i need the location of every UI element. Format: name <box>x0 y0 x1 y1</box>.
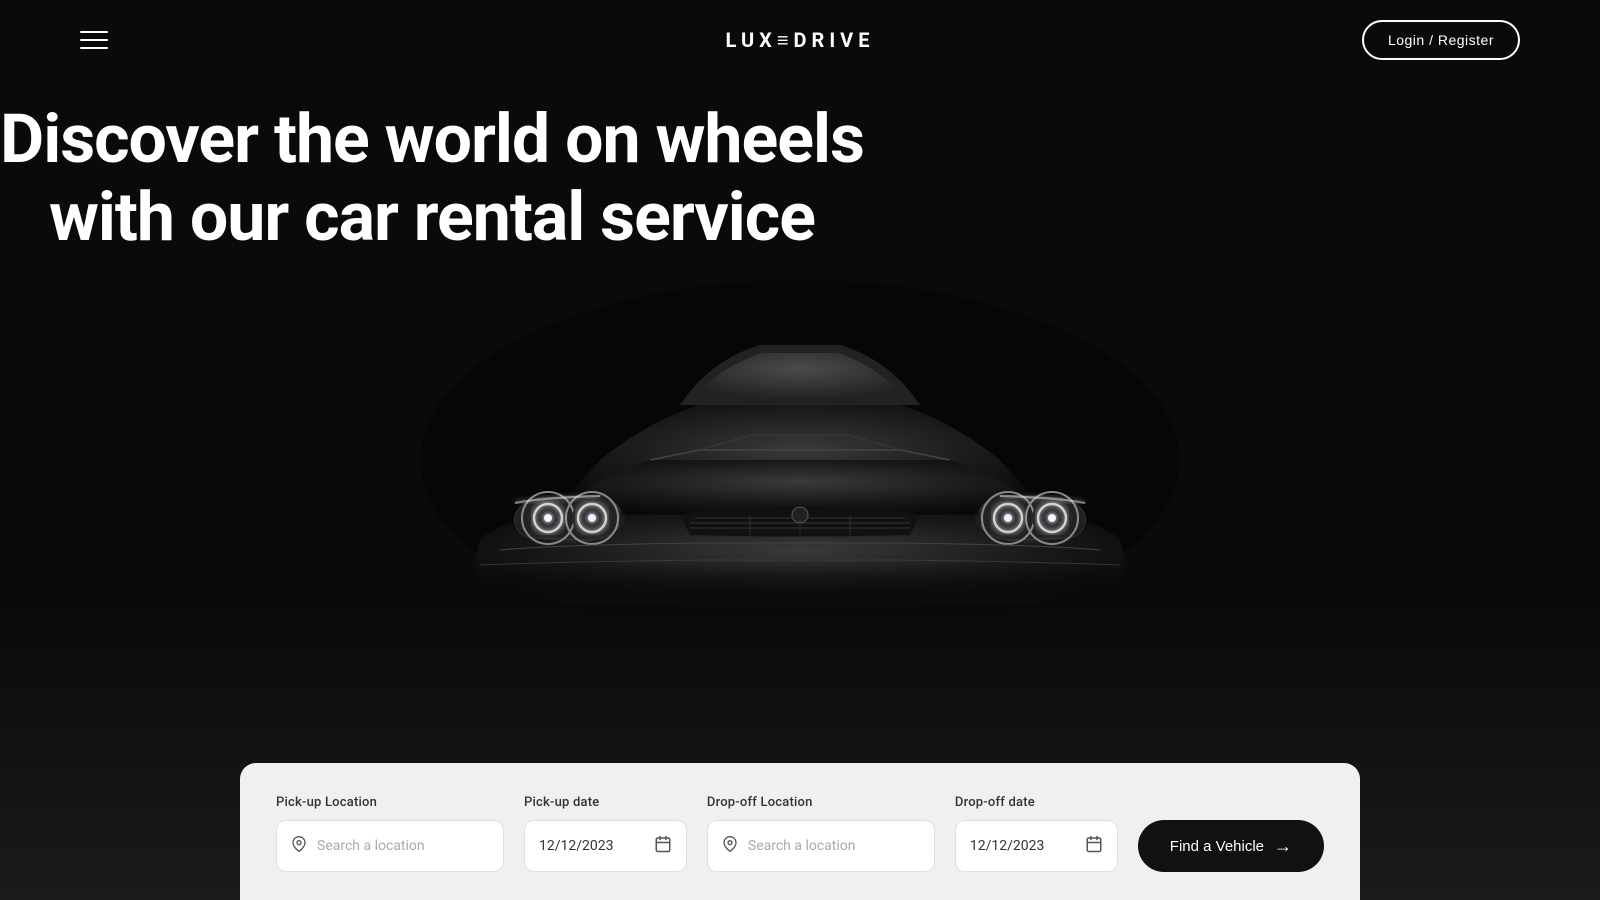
menu-button[interactable] <box>80 31 108 49</box>
pickup-location-input-wrapper <box>276 820 504 872</box>
dropoff-location-group: Drop-off Location <box>707 795 935 872</box>
car-image <box>350 240 1250 660</box>
dropoff-calendar-icon <box>1085 835 1103 857</box>
pickup-date-input-wrapper[interactable]: 12/12/2023 <box>524 820 687 872</box>
login-register-button[interactable]: Login / Register <box>1362 20 1520 60</box>
pickup-location-field[interactable] <box>317 838 489 854</box>
dropoff-date-input-wrapper[interactable]: 12/12/2023 <box>955 820 1118 872</box>
car-visual <box>400 260 1200 640</box>
hero-title: Discover the world on wheels with our ca… <box>0 100 864 256</box>
dropoff-date-group: Drop-off date 12/12/2023 <box>955 795 1118 872</box>
dropoff-location-field[interactable] <box>748 838 920 854</box>
dropoff-date-value: 12/12/2023 <box>970 838 1075 854</box>
logo: LUX≡DRIVE <box>725 28 874 53</box>
dropoff-location-icon <box>722 836 738 856</box>
car-svg-graphic <box>400 260 1200 640</box>
pickup-calendar-icon <box>654 835 672 857</box>
pickup-location-group: Pick-up Location <box>276 795 504 872</box>
pickup-location-label: Pick-up Location <box>276 795 504 810</box>
pickup-date-label: Pick-up date <box>524 795 687 810</box>
pickup-date-group: Pick-up date 12/12/2023 <box>524 795 687 872</box>
arrow-icon: → <box>1274 836 1292 857</box>
dropoff-location-label: Drop-off Location <box>707 795 935 810</box>
find-vehicle-button[interactable]: Find a Vehicle → <box>1138 820 1324 872</box>
pickup-date-value: 12/12/2023 <box>539 838 644 854</box>
search-panel: Pick-up Location Pick-up date 12/12/2023 <box>240 763 1360 900</box>
dropoff-location-input-wrapper <box>707 820 935 872</box>
header: LUX≡DRIVE Login / Register <box>0 0 1600 80</box>
search-fields: Pick-up Location Pick-up date 12/12/2023 <box>276 795 1324 872</box>
pickup-location-icon <box>291 836 307 856</box>
dropoff-date-label: Drop-off date <box>955 795 1118 810</box>
hero-section: Discover the world on wheels with our ca… <box>0 100 864 256</box>
